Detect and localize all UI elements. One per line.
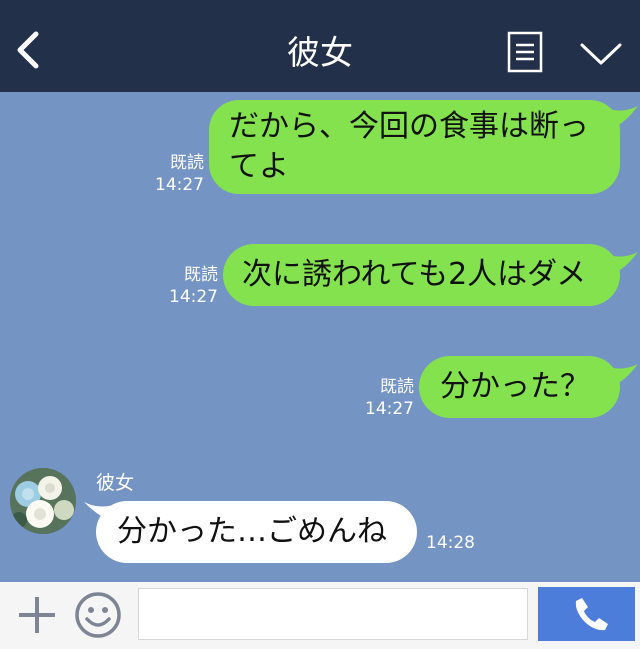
call-button[interactable] <box>538 587 635 641</box>
message-bubble-sent[interactable]: 次に誘われても2人はダメ <box>223 244 620 306</box>
smile-icon <box>75 592 121 638</box>
read-label: 既読 <box>184 265 218 285</box>
read-receipt: 既読 14:27 <box>350 376 414 420</box>
phone-icon <box>575 598 608 631</box>
message-line: 分かった？ <box>440 369 590 404</box>
chevron-left-icon <box>17 31 39 69</box>
message-bubble-sent[interactable]: 分かった？ <box>419 356 620 418</box>
read-receipt: 既読 14:27 <box>154 264 218 308</box>
message-bubble-received[interactable]: 分かった…ごめんね <box>96 501 417 563</box>
message-input[interactable] <box>138 588 528 640</box>
avatar[interactable] <box>10 468 76 534</box>
read-receipt: 既読 14:27 <box>140 152 204 196</box>
message-time: 14:27 <box>169 287 218 307</box>
message-line: 次に誘われても2人はダメ <box>242 257 587 292</box>
note-icon <box>507 31 543 73</box>
menu-toggle-button[interactable] <box>578 40 624 68</box>
add-button[interactable] <box>16 594 58 636</box>
chevron-down-icon <box>580 43 622 65</box>
message-time: 14:28 <box>426 533 475 553</box>
message-time: 14:27 <box>365 399 414 419</box>
chat-title: 彼女 <box>287 33 353 72</box>
message-time: 14:27 <box>155 175 204 195</box>
note-button[interactable] <box>507 31 543 73</box>
chat-area[interactable]: 既読 14:27 だから、今回の食事は断っ てよ 既読 14:27 次に誘われて… <box>0 92 640 582</box>
emoji-button[interactable] <box>74 591 122 639</box>
message-bubble-sent[interactable]: だから、今回の食事は断っ てよ <box>209 100 620 194</box>
message-line: 分かった…ごめんね <box>117 514 387 549</box>
chat-header: 彼女 <box>0 0 640 92</box>
read-label: 既読 <box>170 153 204 173</box>
rose-bouquet-icon <box>10 468 76 534</box>
read-label: 既読 <box>380 377 414 397</box>
plus-icon <box>19 597 55 633</box>
message-line: だから、今回の食事は断っ <box>229 109 589 144</box>
message-line: てよ <box>229 149 289 184</box>
sender-name: 彼女 <box>96 472 135 494</box>
back-button[interactable] <box>12 28 48 72</box>
input-bar <box>0 582 640 649</box>
